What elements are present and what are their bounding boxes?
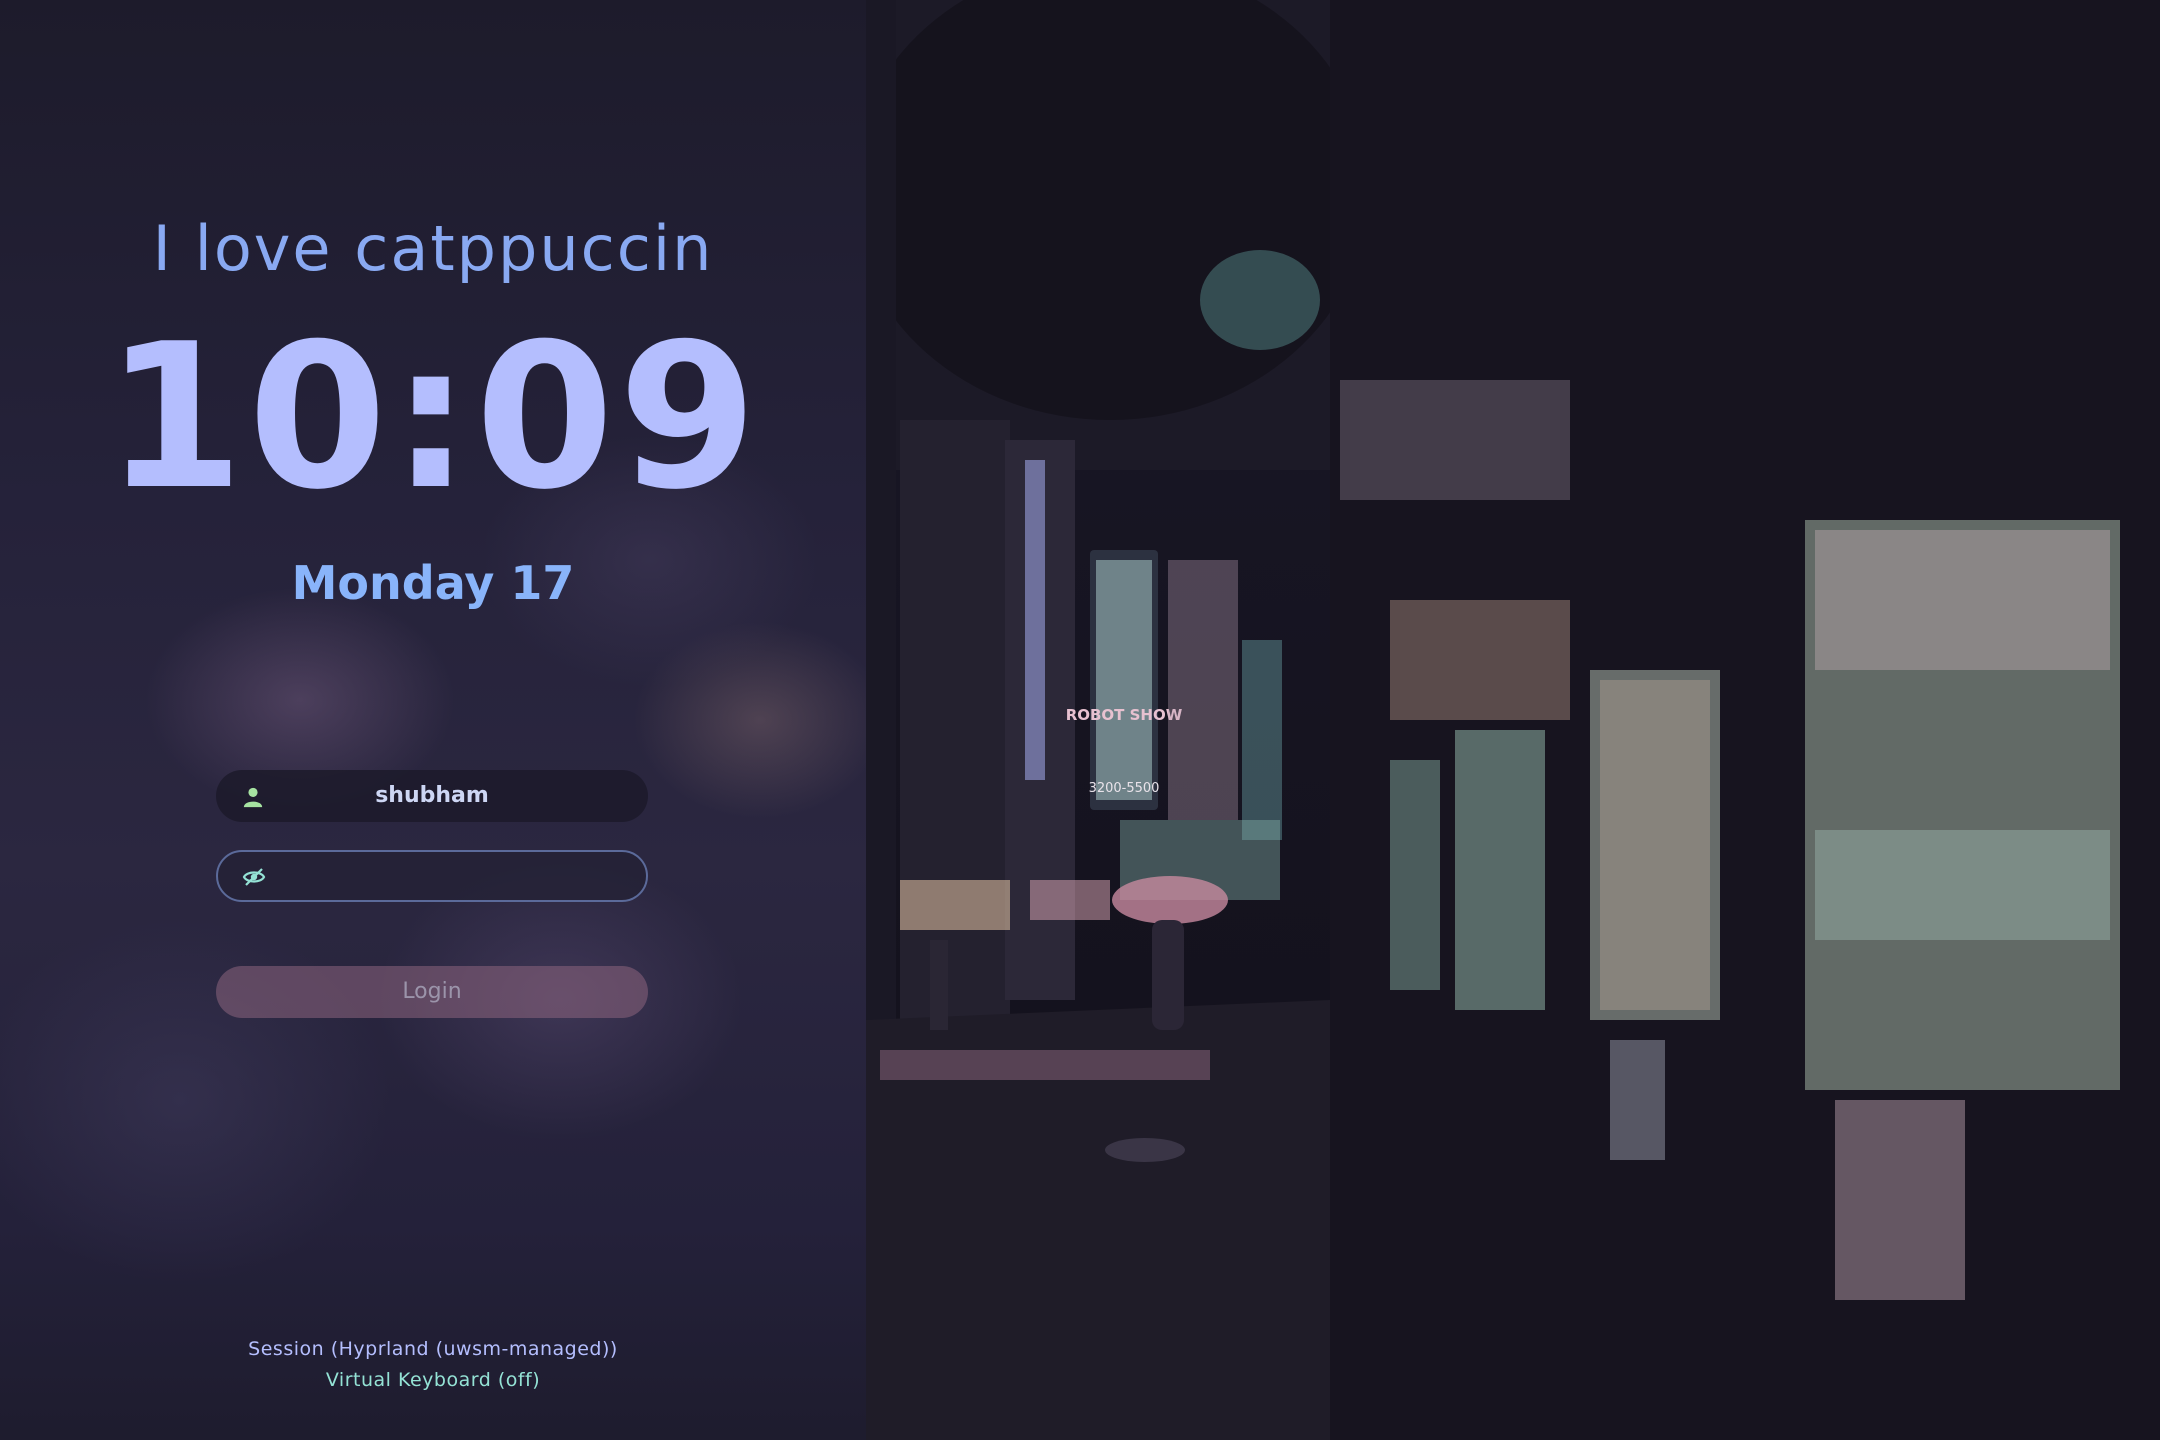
robot-show-sign: ROBOT SHOW [1066, 706, 1183, 724]
clock: 10:09 [104, 301, 762, 534]
virtual-keyboard-toggle[interactable]: Virtual Keyboard (off) [0, 1369, 866, 1391]
session-selector[interactable]: Session (Hyprland (uwsm-managed)) [0, 1338, 866, 1360]
lock-screen: ROBOT SHOW 3200-5500 I love catppuccin 1… [0, 0, 2160, 1440]
greeting-text: I love catppuccin [152, 212, 714, 285]
login-panel: I love catppuccin 10:09 Monday 17 shubha… [0, 0, 866, 1440]
login-button[interactable]: Login [216, 966, 648, 1018]
password-field[interactable] [216, 850, 648, 902]
date-label: Monday 17 [291, 556, 575, 610]
phone-sign: 3200-5500 [1089, 781, 1160, 796]
eye-off-icon[interactable] [242, 865, 266, 889]
username-label: shubham [375, 783, 489, 808]
username-field[interactable]: shubham [216, 770, 648, 822]
password-input[interactable] [282, 860, 626, 894]
